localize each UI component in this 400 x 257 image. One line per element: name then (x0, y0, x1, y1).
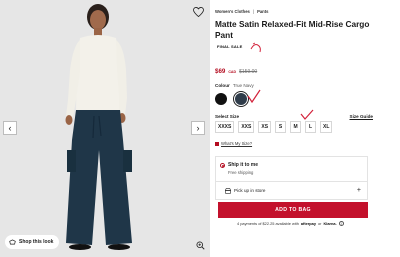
info-icon[interactable]: i (338, 221, 344, 226)
breadcrumb: Women's Clothes | Pants (215, 9, 268, 14)
size-option-xxxs[interactable]: XXXS (215, 121, 235, 133)
size-option-xs[interactable]: XS (258, 121, 272, 133)
klarna-logo: Klarna. (323, 221, 337, 226)
select-size-label: Select Size (215, 114, 240, 119)
chevron-right-icon: › (196, 123, 200, 133)
product-image-gallery: ‹ › Shop this look (0, 0, 210, 257)
size-option-m[interactable]: M (290, 121, 302, 133)
colour-row: Colour True Navy (215, 83, 254, 88)
swatch-true-navy-fill (235, 93, 247, 105)
ship-radio[interactable] (220, 163, 225, 168)
whats-my-size-link[interactable]: What's My Size? (215, 141, 252, 146)
size-finder-icon (215, 141, 219, 146)
fulfillment-options: Ship it to me Free shipping Pick up in s… (215, 156, 368, 200)
zoom-button[interactable] (195, 240, 205, 250)
annotation-checkmark (300, 109, 314, 120)
sale-price: $69 (215, 68, 226, 75)
price-currency: CAD (228, 70, 237, 74)
annotation-checkmark (247, 89, 261, 104)
afterpay-logo: afterpay (300, 221, 316, 226)
breadcrumb-separator: | (252, 9, 255, 14)
ship-to-me-option[interactable]: Ship it to me Free shipping (220, 162, 258, 175)
shop-this-look-button[interactable]: Shop this look (5, 235, 60, 249)
annotation-scribble (250, 42, 261, 53)
pickup-label: Pick up in store (234, 188, 266, 193)
product-photo (65, 4, 132, 250)
colour-swatches (215, 91, 249, 107)
breadcrumb-item-womens-clothes[interactable]: Women's Clothes (215, 9, 250, 14)
chevron-left-icon: ‹ (8, 123, 12, 133)
product-details-panel: Women's Clothes | Pants Matte Satin Rela… (215, 0, 400, 257)
shop-this-look-label: Shop this look (19, 239, 54, 245)
plus-icon[interactable]: + (357, 187, 361, 194)
shop-look-icon (9, 239, 16, 245)
colour-value: True Navy (232, 83, 254, 88)
installment-payments-note: 4 payments of $22.25 available with afte… (237, 221, 344, 226)
size-option-l[interactable]: L (305, 121, 317, 133)
original-price: $159.00 (239, 69, 258, 75)
ship-label: Ship it to me (228, 162, 258, 168)
store-icon (225, 187, 231, 194)
next-image-button[interactable]: › (191, 121, 205, 135)
price-block: $69 CAD $159.00 (215, 68, 257, 75)
heart-outline-icon (192, 7, 204, 17)
whats-my-size-label: What's My Size? (221, 141, 253, 146)
payments-connector: or (318, 221, 322, 226)
add-to-bag-button[interactable]: ADD TO BAG (218, 202, 368, 218)
ship-sublabel: Free shipping (228, 170, 254, 175)
swatch-black[interactable] (215, 93, 227, 105)
payments-prefix: 4 payments of $22.25 available with (237, 221, 299, 226)
previous-image-button[interactable]: ‹ (3, 121, 17, 135)
size-option-xl[interactable]: XL (320, 121, 333, 133)
size-header: Select Size Size Guide (215, 114, 373, 119)
size-option-s[interactable]: S (275, 121, 287, 133)
product-title: Matte Satin Relaxed-Fit Mid-Rise Cargo P… (215, 19, 370, 40)
size-option-xxs[interactable]: XXS (238, 121, 255, 133)
size-guide-link[interactable]: Size Guide (350, 114, 374, 119)
breadcrumb-item-pants[interactable]: Pants (257, 9, 268, 14)
favorite-button[interactable] (192, 6, 204, 18)
pickup-in-store-option[interactable]: Pick up in store + (216, 181, 367, 199)
zoom-in-icon (195, 240, 205, 250)
colour-label: Colour (215, 83, 230, 88)
final-sale-badge: FINAL SALE (215, 43, 245, 50)
size-options: XXXS XXS XS S M L XL (215, 121, 333, 133)
